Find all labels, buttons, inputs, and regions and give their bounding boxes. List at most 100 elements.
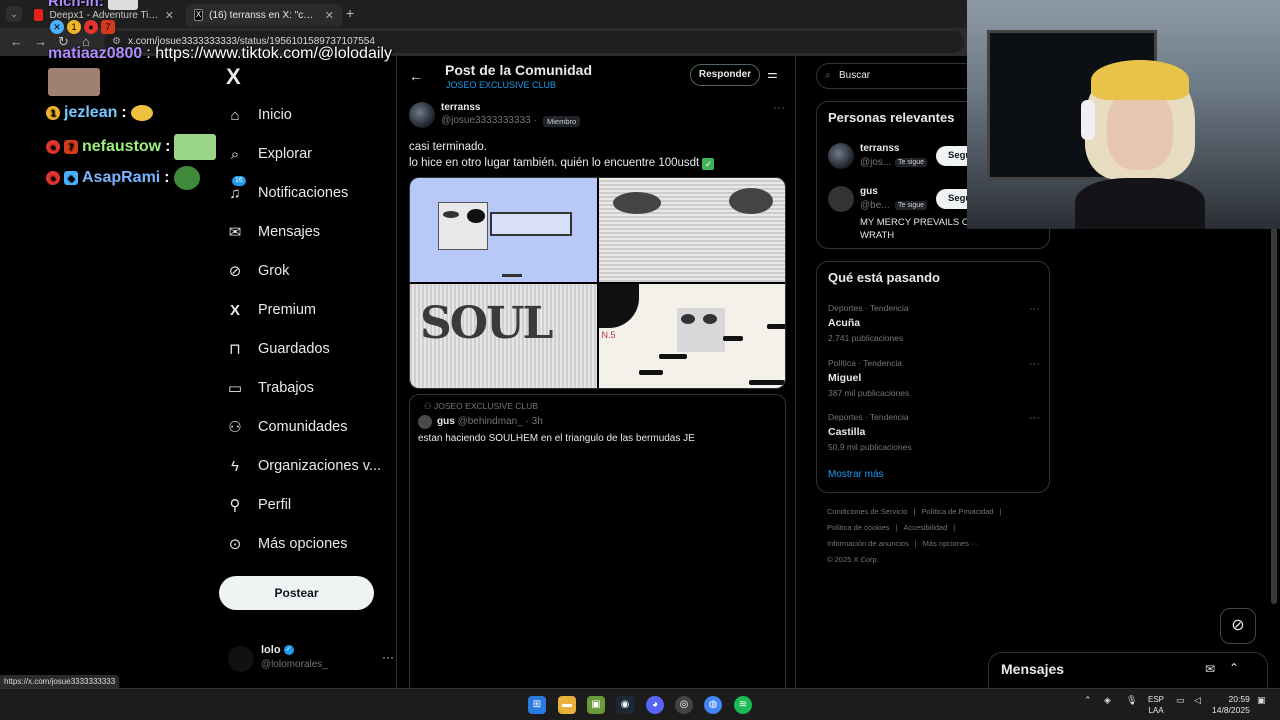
trend-item[interactable]: Deportes · Tendencia Castilla 50,9 mil p… bbox=[828, 412, 1040, 460]
back-arrow-icon[interactable]: ← bbox=[409, 68, 423, 84]
quoted-post[interactable]: ⚇ JOSEO EXCLUSIVE CLUB gus @behindman_ ·… bbox=[409, 394, 786, 454]
author-name[interactable]: terranss bbox=[441, 102, 480, 113]
more-icon[interactable]: ··· bbox=[1029, 303, 1040, 315]
bookmark-icon: ⊓ bbox=[229, 341, 241, 358]
chevron-up-icon[interactable]: ⌃ bbox=[1229, 661, 1239, 675]
quote-author: gus @behindman_ · 3h bbox=[437, 416, 543, 427]
media-image-2[interactable] bbox=[598, 178, 785, 282]
show-more-link[interactable]: Mostrar más bbox=[828, 469, 884, 480]
more-icon[interactable]: ··· bbox=[1029, 358, 1040, 370]
more-options-link[interactable]: Más opciones ··· bbox=[923, 539, 979, 548]
language-indicator[interactable]: ESP LAA bbox=[1148, 694, 1164, 716]
author-handle[interactable]: @josue3333333333 · bbox=[441, 115, 537, 126]
search-icon: ⌕ bbox=[230, 145, 240, 163]
card-title: Qué está pasando bbox=[828, 270, 940, 285]
nav-item-premium[interactable]: X Premium bbox=[226, 301, 316, 319]
file-explorer-icon[interactable]: ▬ bbox=[558, 696, 576, 714]
address-bar[interactable]: ⚙ x.com/josue3333333333/status/195610158… bbox=[104, 31, 964, 53]
nav-item-trabajos[interactable]: ▭ Trabajos bbox=[226, 379, 314, 397]
ads-info-link[interactable]: Información de anuncios bbox=[827, 539, 909, 548]
nav-item-mensajes[interactable]: ✉ Mensajes bbox=[226, 223, 320, 241]
author-avatar[interactable] bbox=[409, 102, 435, 128]
microphone-icon[interactable]: 🎙 bbox=[1126, 695, 1137, 706]
account-switcher[interactable]: lolo ✓ @lolomorales_ ··· bbox=[228, 642, 394, 676]
windows-start-icon[interactable]: ⊞ bbox=[528, 696, 546, 714]
tab-x-post[interactable]: X (16) terranss en X: "casi terminado ✕ bbox=[186, 4, 342, 26]
new-tab-button[interactable]: + bbox=[346, 5, 354, 21]
new-message-icon[interactable]: ✉ bbox=[1205, 662, 1215, 676]
obs-icon[interactable]: ◎ bbox=[675, 696, 693, 714]
nav-item-organizaciones[interactable]: ϟ Organizaciones v... bbox=[226, 457, 381, 475]
back-arrow-icon[interactable]: ← bbox=[10, 34, 23, 49]
tab-deepx1[interactable]: Deepx1 - Adventure Time (Vide ✕ bbox=[26, 4, 182, 26]
face-drawing bbox=[438, 202, 488, 250]
follows-you-badge: Te sigue bbox=[895, 201, 928, 210]
nav-item-perfil[interactable]: ⚲ Perfil bbox=[226, 496, 292, 514]
nav-item-inicio[interactable]: ⌂ Inicio bbox=[226, 106, 291, 124]
grok-icon: ⊘ bbox=[228, 263, 242, 280]
sidebar-nav: X ⌂ Inicio ⌕ Explorar ♫ 16 Notificaciones… bbox=[218, 56, 396, 688]
close-tab-icon[interactable]: ✕ bbox=[165, 9, 174, 22]
media-image-1[interactable] bbox=[410, 178, 597, 282]
avatar bbox=[228, 646, 254, 672]
clock[interactable]: 20:59 14/8/2025 bbox=[1212, 694, 1250, 716]
messages-drawer[interactable]: Mensajes ✉ ⌃ bbox=[988, 652, 1268, 688]
cookies-link[interactable]: Política de cookies bbox=[827, 523, 890, 532]
webcam-overlay bbox=[967, 0, 1280, 229]
nav-item-notificaciones[interactable]: ♫ 16 Notificaciones bbox=[226, 176, 348, 202]
quote-community-label: ⚇ JOSEO EXCLUSIVE CLUB bbox=[424, 401, 538, 411]
more-icon[interactable]: ··· bbox=[382, 650, 394, 664]
more-icon[interactable]: ··· bbox=[1029, 412, 1040, 424]
trend-item[interactable]: Deportes · Tendencia Acuña 2.741 publica… bbox=[828, 303, 1040, 351]
volume-icon[interactable]: ◁ bbox=[1194, 695, 1201, 706]
trend-item[interactable]: Política · Tendencia Miguel 387 mil publ… bbox=[828, 358, 1040, 406]
mail-icon: ✉ bbox=[228, 224, 242, 241]
shield-icon[interactable]: ◈ bbox=[1104, 695, 1111, 706]
grok-floating-button[interactable]: ⊘ bbox=[1220, 608, 1256, 644]
map-label: N.5 bbox=[601, 330, 616, 340]
messages-drawer-title: Mensajes bbox=[1001, 661, 1065, 677]
nav-item-comunidades[interactable]: ⚇ Comunidades bbox=[226, 418, 347, 436]
check-mark-icon: ✓ bbox=[702, 158, 715, 170]
terms-link[interactable]: Condiciones de Servicio bbox=[827, 507, 907, 516]
accessibility-link[interactable]: Accesibilidad bbox=[904, 523, 948, 532]
media-image-4[interactable]: N.5 bbox=[598, 284, 785, 388]
search-icon: ⌕ bbox=[825, 70, 831, 81]
community-link[interactable]: JOSEO EXCLUSIVE CLUB bbox=[446, 80, 556, 90]
footer-links: Condiciones de Servicio | Política de Priv… bbox=[827, 507, 1002, 564]
privacy-link[interactable]: Política de Privacidad bbox=[921, 507, 993, 516]
people-icon: ⚇ bbox=[228, 419, 242, 436]
nav-item-guardados[interactable]: ⊓ Guardados bbox=[226, 340, 330, 358]
sliders-icon[interactable]: ⚌ bbox=[767, 67, 778, 81]
more-circle-icon: ⊙ bbox=[228, 536, 242, 553]
site-info-icon[interactable]: ⚙ bbox=[112, 31, 121, 53]
streamer-figure bbox=[1075, 60, 1205, 229]
windows-taskbar: ⊞ ▬ ▣ ◉ ◕ ◎ ◍ ≋ ⌃ ◈ 🎙 ESP LAA ▭ ◁ 20:59 14… bbox=[0, 688, 1280, 720]
x-logo-icon[interactable]: X bbox=[226, 64, 241, 90]
home-button-icon[interactable]: ⌂ bbox=[82, 34, 90, 49]
page-title: Post de la Comunidad bbox=[445, 62, 593, 78]
tab-search-icon[interactable]: ⌄ bbox=[6, 6, 22, 22]
spotify-icon[interactable]: ≋ bbox=[734, 696, 752, 714]
reload-icon[interactable]: ↻ bbox=[58, 34, 69, 50]
reply-button[interactable]: Responder bbox=[690, 64, 760, 86]
steam-icon[interactable]: ◉ bbox=[616, 696, 634, 714]
nav-item-mas-opciones[interactable]: ⊙ Más opciones bbox=[226, 535, 348, 553]
soul-text: SOUL bbox=[420, 298, 553, 349]
trends-card: Qué está pasando Deportes · Tendencia Ac… bbox=[816, 261, 1050, 493]
x-icon: X bbox=[229, 301, 240, 319]
media-image-3[interactable]: SOUL bbox=[410, 284, 597, 388]
follows-you-badge: Te sigue bbox=[895, 158, 928, 167]
notification-icon[interactable]: ▣ bbox=[1257, 695, 1266, 706]
nav-item-explorar[interactable]: ⌕ Explorar bbox=[226, 145, 312, 163]
nav-item-grok[interactable]: ⊘ Grok bbox=[226, 262, 290, 280]
chrome-icon[interactable]: ◍ bbox=[704, 696, 722, 714]
forward-arrow-icon[interactable]: → bbox=[34, 34, 47, 49]
app-icon[interactable]: ▣ bbox=[587, 696, 605, 714]
chevron-up-icon[interactable]: ⌃ bbox=[1084, 695, 1092, 706]
more-icon[interactable]: ··· bbox=[773, 100, 785, 114]
network-icon[interactable]: ▭ bbox=[1176, 695, 1185, 706]
close-tab-icon[interactable]: ✕ bbox=[325, 9, 334, 22]
discord-icon[interactable]: ◕ bbox=[646, 696, 664, 714]
post-button[interactable]: Postear bbox=[219, 576, 374, 610]
